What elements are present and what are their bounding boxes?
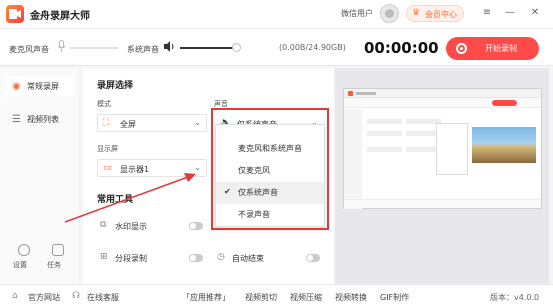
record-select-title: 录屏选择 xyxy=(97,81,134,91)
system-volume-label: 系统声音 xyxy=(127,45,159,54)
app-recommend-link[interactable]: 「应用推荐」 xyxy=(182,292,230,303)
sidebar-item-label: 常规录屏 xyxy=(27,82,59,91)
tool-label: 分段录制 xyxy=(115,254,147,263)
video-compress-link[interactable]: 视频压缩 xyxy=(290,292,322,303)
title-bar: 金舟录屏大师 微信用户 ♛ 会员中心 ≡ — ✕ xyxy=(0,0,553,28)
avatar[interactable] xyxy=(380,4,399,23)
tool-auto-end[interactable]: ◷ 自动结束 xyxy=(214,249,324,267)
mode-label: 模式 xyxy=(97,100,111,108)
start-recording-button[interactable]: 开始录制 xyxy=(446,37,539,60)
gear-icon xyxy=(18,244,30,256)
sidebar-item-video-list[interactable]: ☰ 视频列表 xyxy=(4,109,74,130)
storage-size-text: (0.00B/24.90GB) xyxy=(279,43,346,52)
support-link[interactable]: 在线客服 xyxy=(87,292,119,303)
annotation-arrow-icon xyxy=(64,173,196,223)
fullscreen-icon: ⛶ xyxy=(103,118,110,128)
list-icon: ☰ xyxy=(12,114,21,125)
mic-volume-label: 麦克风声音 xyxy=(9,45,49,54)
settings-button[interactable]: 设置 xyxy=(8,244,40,274)
record-dot-icon xyxy=(456,43,467,54)
preview-panel xyxy=(335,68,549,284)
mode-value: 全屏 xyxy=(120,120,136,129)
timer-icon: ◷ xyxy=(217,252,225,262)
video-convert-link[interactable]: 视频转换 xyxy=(335,292,367,303)
segment-toggle[interactable] xyxy=(189,254,203,262)
tasks-label: 任务 xyxy=(47,261,61,269)
tool-segment-record[interactable]: ⊞ 分段录制 xyxy=(97,249,207,267)
tasks-button[interactable]: 任务 xyxy=(42,244,74,274)
app-title: 金舟录屏大师 xyxy=(30,11,90,22)
vip-center-button[interactable]: ♛ 会员中心 xyxy=(406,5,464,22)
preview-screenshot xyxy=(343,88,542,209)
home-icon: ⌂ xyxy=(12,291,18,301)
crown-icon: ♛ xyxy=(412,8,421,18)
auto-end-toggle[interactable] xyxy=(306,254,320,262)
control-bar: 麦克风声音 系统声音 (0.00B/24.90GB) 00:00:00 开始录制 xyxy=(0,28,553,66)
microphone-icon[interactable] xyxy=(57,40,66,56)
record-timer: 00:00:00 xyxy=(364,39,439,57)
mic-volume-slider[interactable] xyxy=(70,47,118,49)
chevron-down-icon: ⌄ xyxy=(194,118,201,127)
video-cut-link[interactable]: 视频剪切 xyxy=(245,292,277,303)
settings-label: 设置 xyxy=(13,261,27,269)
gif-make-link[interactable]: GIF制作 xyxy=(380,292,409,303)
status-bar: ⌂ 官方网站 ☊ 在线客服 「应用推荐」 视频剪切 视频压缩 视频转换 GIF制… xyxy=(0,284,553,308)
system-volume-slider[interactable] xyxy=(180,47,234,49)
close-icon[interactable]: ✕ xyxy=(528,6,542,20)
app-logo-icon xyxy=(6,5,24,23)
segment-icon: ⊞ xyxy=(100,252,108,262)
start-recording-label: 开始录制 xyxy=(485,44,517,53)
sidebar-item-regular-record[interactable]: ◉ 常规录屏 xyxy=(4,76,74,97)
tool-label: 自动结束 xyxy=(232,254,264,263)
version-text: 版本：v4.0.0 xyxy=(490,293,540,302)
avatar-face-icon xyxy=(385,9,394,18)
record-icon: ◉ xyxy=(12,81,21,92)
mode-select[interactable]: ⛶ 全屏 ⌄ xyxy=(97,114,207,132)
clipboard-icon xyxy=(52,244,64,256)
speaker-icon[interactable] xyxy=(163,40,176,56)
highlight-box xyxy=(211,108,329,230)
system-volume-knob[interactable] xyxy=(232,43,241,52)
minimize-icon[interactable]: — xyxy=(503,6,517,20)
vip-center-label: 会员中心 xyxy=(425,10,457,19)
wechat-user-label[interactable]: 微信用户 xyxy=(341,8,373,19)
menu-icon[interactable]: ≡ xyxy=(480,6,494,20)
website-link[interactable]: 官方网站 xyxy=(28,292,60,303)
headset-icon: ☊ xyxy=(72,291,80,301)
sidebar-item-label: 视频列表 xyxy=(27,115,59,124)
